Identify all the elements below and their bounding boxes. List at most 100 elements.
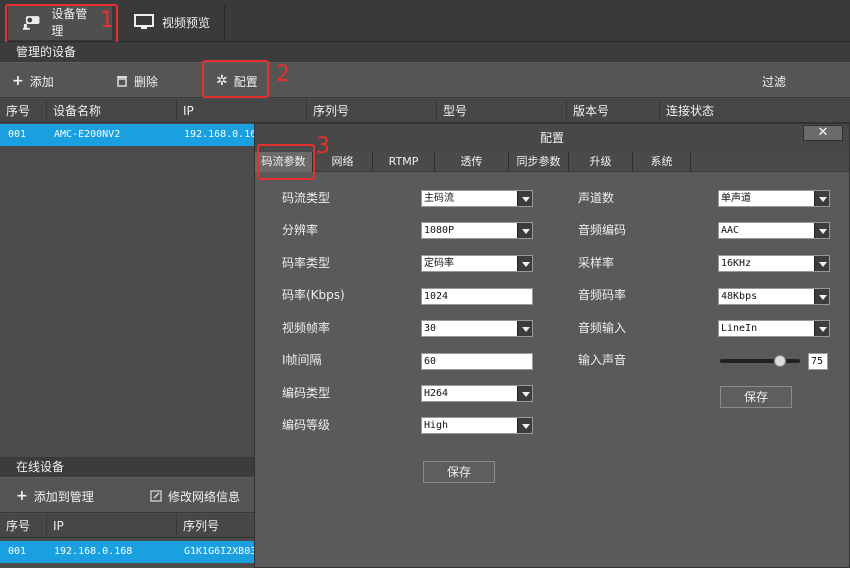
row-ip: 192.168.0.168 [184, 129, 254, 140]
iframe-interval-label: I帧间隔 [282, 353, 322, 367]
channels-label: 声道数 [578, 191, 615, 205]
col-serial[interactable]: 序列号 [306, 99, 436, 123]
tab-video-preview-label: 视频预览 [162, 15, 211, 30]
col-ip[interactable]: IP [46, 514, 176, 538]
bitrate-type-select[interactable]: 定码率 [421, 255, 533, 272]
col-ip[interactable]: IP [176, 99, 306, 123]
tab-video-preview[interactable]: 视频预览 [120, 4, 224, 40]
chevron-down-icon[interactable] [814, 256, 829, 271]
audio-bitrate-value: 48Kbps [721, 291, 758, 302]
close-button[interactable]: ✕ [803, 125, 843, 141]
stream-type-value: 主码流 [424, 193, 454, 204]
chevron-down-icon[interactable] [517, 321, 532, 336]
tab-rtmp[interactable]: RTMP [373, 152, 435, 172]
audio-bitrate-label: 音频码率 [578, 288, 627, 302]
tab-passthrough[interactable]: 透传 [435, 152, 509, 172]
row-device-name: AMC-E200NV2 [54, 129, 121, 140]
chevron-down-icon[interactable] [814, 289, 829, 304]
encoding-type-label: 编码类型 [282, 386, 331, 400]
bitrate-type-label: 码率类型 [282, 256, 331, 270]
framerate-value: 30 [424, 323, 437, 334]
stream-type-label: 码流类型 [282, 191, 331, 205]
col-no[interactable]: 序号 [0, 99, 46, 123]
encoding-level-value: High [424, 420, 449, 431]
annotation-3: 3 [316, 134, 330, 159]
annotation-2: 2 [276, 62, 290, 87]
encoding-type-value: H264 [424, 388, 449, 399]
tab-upgrade[interactable]: 升级 [569, 152, 633, 172]
audio-input-label: 音频输入 [578, 321, 627, 335]
chevron-down-icon[interactable] [517, 223, 532, 238]
row-ip: 192.168.0.168 [54, 546, 133, 557]
highlight-box-3 [257, 144, 315, 180]
audio-bitrate-select[interactable]: 48Kbps [718, 288, 830, 305]
plus-icon: + [12, 73, 24, 89]
framerate-select[interactable]: 30 [421, 320, 533, 337]
volume-slider-track[interactable] [720, 359, 800, 363]
managed-toolbar: + 添加 删除 ✲ 配置 过滤 [0, 62, 850, 98]
chevron-down-icon[interactable] [814, 191, 829, 206]
edit-network-label: 修改网络信息 [168, 489, 241, 504]
iframe-interval-input[interactable]: 60 [421, 353, 533, 370]
save-button-right[interactable]: 保存 [720, 386, 792, 408]
framerate-label: 视频帧率 [282, 321, 331, 335]
trash-icon [117, 76, 127, 87]
delete-button[interactable]: 删除 [116, 63, 158, 99]
sample-rate-select[interactable]: 16KHz [718, 255, 830, 272]
encoding-level-select[interactable]: High [421, 417, 533, 434]
col-model[interactable]: 型号 [436, 99, 566, 123]
resolution-select[interactable]: 1080P [421, 222, 533, 239]
managed-table-header: 序号 设备名称 IP 序列号 型号 版本号 连接状态 [0, 99, 850, 123]
audio-codec-value: AAC [721, 225, 740, 236]
add-to-manage-label: 添加到管理 [33, 489, 94, 504]
close-icon: ✕ [817, 125, 829, 140]
add-button[interactable]: + 添加 [12, 63, 54, 99]
filter-button[interactable]: 过滤 [762, 63, 786, 99]
col-no[interactable]: 序号 [0, 514, 46, 538]
tab-sync-params[interactable]: 同步参数 [509, 152, 569, 172]
chevron-down-icon[interactable] [517, 386, 532, 401]
filter-button-label: 过滤 [762, 74, 787, 89]
chevron-down-icon[interactable] [814, 321, 829, 336]
input-volume-label: 输入声音 [578, 353, 627, 367]
chevron-down-icon[interactable] [517, 191, 532, 206]
highlight-box-2 [202, 60, 269, 98]
edit-network-button[interactable]: 修改网络信息 [150, 478, 240, 514]
delete-button-label: 删除 [134, 74, 159, 89]
audio-input-select[interactable]: LineIn [718, 320, 830, 337]
channels-select[interactable]: 单声道 [718, 190, 830, 207]
col-device-name[interactable]: 设备名称 [46, 99, 176, 123]
volume-slider-handle[interactable] [774, 355, 786, 367]
col-version[interactable]: 版本号 [566, 99, 659, 123]
save-button-left[interactable]: 保存 [423, 461, 495, 483]
encoding-type-select[interactable]: H264 [421, 385, 533, 402]
dialog-title: 配置 [255, 124, 849, 152]
stream-type-select[interactable]: 主码流 [421, 190, 533, 207]
managed-table-body [0, 146, 254, 456]
row-no: 001 [8, 546, 27, 557]
bitrate-type-value: 定码率 [424, 258, 454, 269]
tab-system[interactable]: 系统 [633, 152, 691, 172]
edit-icon [150, 490, 162, 502]
top-nav: 设备管理 视频预览 [0, 0, 850, 42]
bitrate-input[interactable]: 1024 [421, 288, 533, 305]
dialog-tabs: 码流参数 网络 RTMP 透传 同步参数 升级 系统 [255, 152, 849, 172]
sample-rate-label: 采样率 [578, 256, 615, 270]
row-no: 001 [8, 129, 27, 140]
chevron-down-icon[interactable] [814, 223, 829, 238]
volume-value: 75 [808, 353, 828, 370]
audio-codec-select[interactable]: AAC [718, 222, 830, 239]
plus-icon: + [16, 488, 28, 504]
chevron-down-icon[interactable] [517, 256, 532, 271]
config-dialog: 配置 ✕ 码流参数 网络 RTMP 透传 同步参数 升级 系统 码流类型 主码流… [254, 123, 850, 568]
chevron-down-icon[interactable] [517, 418, 532, 433]
audio-codec-label: 音频编码 [578, 223, 627, 237]
col-status[interactable]: 连接状态 [659, 99, 850, 123]
divider [224, 4, 225, 40]
annotation-1: 1 [100, 8, 114, 33]
resolution-value: 1080P [424, 225, 455, 236]
audio-input-value: LineIn [721, 323, 758, 334]
add-to-manage-button[interactable]: + 添加到管理 [16, 478, 94, 514]
encoding-level-label: 编码等级 [282, 418, 331, 432]
monitor-icon [134, 14, 154, 29]
